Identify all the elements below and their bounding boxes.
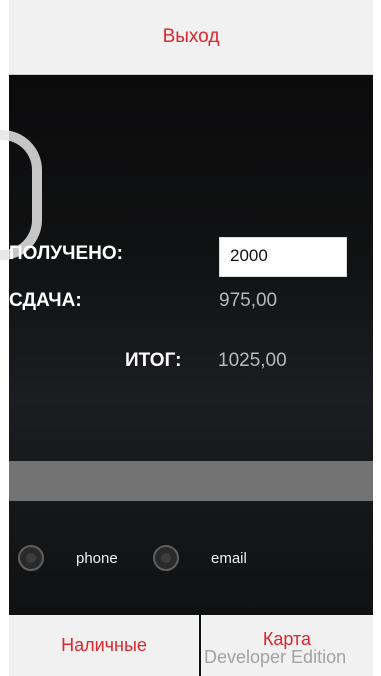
total-value: 1025,00 xyxy=(218,350,287,371)
left-edge xyxy=(0,0,9,676)
received-input[interactable]: 2000 xyxy=(219,237,347,277)
payment-panel xyxy=(9,75,373,615)
change-value: 975,00 xyxy=(219,290,278,311)
exit-button[interactable]: Выход xyxy=(9,0,373,75)
total-label: ИТОГ: xyxy=(125,350,182,371)
background-logo-fragment xyxy=(0,130,42,260)
radio-email[interactable] xyxy=(153,545,179,571)
radio-phone-label: phone xyxy=(76,550,118,567)
screen: Выход ПОЛУЧЕНО: 2000 СДАЧА: 975,00 ИТОГ:… xyxy=(0,0,381,676)
developer-edition-watermark: Developer Edition xyxy=(204,647,347,667)
radio-email-label: email xyxy=(211,550,247,567)
received-label: ПОЛУЧЕНО: xyxy=(9,243,123,264)
radio-phone[interactable] xyxy=(18,545,44,571)
right-edge xyxy=(373,0,381,676)
change-label: СДАЧА: xyxy=(9,290,82,311)
status-bar xyxy=(9,461,373,501)
cash-label: Наличные xyxy=(61,635,147,655)
cash-button[interactable]: Наличные xyxy=(9,615,199,676)
exit-label: Выход xyxy=(162,26,220,47)
